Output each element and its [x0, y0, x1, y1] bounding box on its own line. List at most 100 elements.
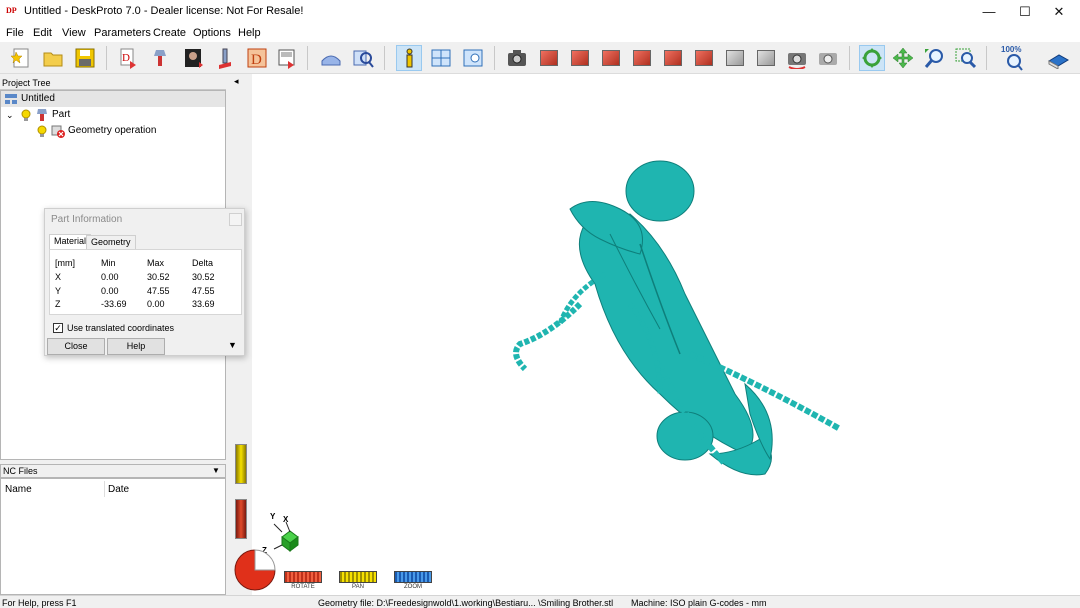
design-button[interactable]: D [244, 45, 270, 71]
tree-item-root-label: Untitled [21, 93, 55, 104]
tree-item-part[interactable]: ⌄ Part [1, 107, 225, 123]
save-button[interactable] [72, 45, 98, 71]
open-button[interactable] [40, 45, 66, 71]
import-icon: D [120, 48, 136, 69]
zoom-window-icon [955, 48, 976, 69]
new-project-button[interactable] [8, 45, 34, 71]
simulation-button[interactable] [318, 45, 344, 71]
import-geometry-button[interactable]: D [116, 45, 142, 71]
rotate-view-button[interactable] [784, 45, 810, 71]
camera-icon [508, 50, 526, 66]
zoom-window-button[interactable] [952, 45, 978, 71]
row-max: 47.55 [147, 286, 170, 296]
zoom-slider[interactable] [235, 444, 247, 484]
dialog-close-icon[interactable] [229, 213, 242, 226]
lightbulb-icon[interactable] [37, 125, 47, 143]
tree-item-operation[interactable]: Geometry operation [1, 123, 225, 139]
help-book-icon [1048, 54, 1069, 69]
view-back-button[interactable] [598, 45, 624, 71]
cube-view-icon [695, 50, 713, 66]
row-min: 0.00 [101, 272, 119, 282]
tree-item-root[interactable]: Untitled [1, 91, 225, 107]
nc-column-date[interactable]: Date [108, 484, 129, 495]
info-icon [406, 48, 413, 68]
menu-edit[interactable]: Edit [33, 27, 52, 39]
menu-create[interactable]: Create [153, 27, 186, 39]
zoom-plus-icon [924, 49, 943, 68]
nc-files-list: Name Date [0, 478, 226, 595]
part-information-button[interactable] [396, 45, 422, 71]
part-button[interactable] [148, 45, 174, 71]
view-front-button[interactable] [567, 45, 593, 71]
design-d-icon: D [247, 48, 267, 68]
view-right-button[interactable] [660, 45, 686, 71]
view-window-button[interactable] [460, 45, 486, 71]
dropdown-arrow-icon[interactable]: ▼ [212, 465, 220, 477]
pan-control[interactable] [339, 571, 377, 583]
svg-text:D: D [122, 52, 130, 64]
tab-geometry[interactable]: Geometry [86, 235, 136, 250]
rotate-tool-button[interactable] [859, 45, 885, 71]
view-iso-button[interactable] [536, 45, 562, 71]
chevron-down-icon[interactable]: ⌄ [6, 107, 14, 123]
folder-icon [43, 52, 63, 67]
row-min: -33.69 [101, 299, 127, 309]
view-top-button[interactable] [691, 45, 717, 71]
menu-help[interactable]: Help [238, 27, 261, 39]
view-default-button[interactable] [753, 45, 779, 71]
menu-view[interactable]: View [62, 27, 86, 39]
bitmap-button[interactable] [180, 45, 206, 71]
help-book-button[interactable] [1045, 45, 1071, 71]
cube-view-icon [602, 50, 620, 66]
model-3d[interactable] [510, 154, 850, 484]
snapshot-button[interactable] [504, 45, 530, 71]
zoom-100-button[interactable]: 100% [999, 45, 1029, 71]
nc-files-title: NC Files [3, 466, 38, 476]
close-window-button[interactable]: ✕ [1036, 0, 1080, 24]
view-bottom-button[interactable] [722, 45, 748, 71]
rotate-dial[interactable] [233, 548, 277, 595]
tree-item-part-label: Part [52, 109, 71, 120]
svg-text:D: D [251, 52, 262, 68]
dimensions-table: [mm] Min Max Delta X 0.00 30.52 30.52 Y … [49, 249, 242, 315]
reset-view-button[interactable] [815, 45, 841, 71]
rotate-slider[interactable] [235, 499, 247, 539]
export-button[interactable] [274, 45, 300, 71]
tab-material[interactable]: Material [49, 234, 92, 250]
collapse-panel-icon[interactable]: ◂ [234, 76, 239, 87]
cube-view-icon [757, 50, 775, 66]
view-left-button[interactable] [629, 45, 655, 71]
zoom-tool-button[interactable] [921, 45, 947, 71]
checkbox-label: Use translated coordinates [67, 323, 175, 333]
row-max: 0.00 [147, 299, 165, 309]
magnifier-icon [353, 50, 374, 68]
row-axis: Z [55, 299, 61, 309]
simulation-icon [321, 55, 341, 66]
expand-arrow-icon[interactable]: ▼ [228, 340, 237, 350]
view-window-icon [463, 49, 483, 67]
layout-button[interactable] [428, 45, 454, 71]
menu-options[interactable]: Options [193, 27, 231, 39]
menu-parameters[interactable]: Parameters [94, 27, 151, 39]
3d-viewport[interactable]: Y X Z [230, 74, 1080, 595]
nc-column-name[interactable]: Name [5, 484, 32, 495]
translated-coordinates-checkbox[interactable]: ✓ [53, 323, 63, 333]
rotate-control[interactable] [284, 571, 322, 583]
axis-x-label: X [283, 515, 289, 524]
rotate-control-label: ROTATE [291, 584, 315, 590]
dialog-help-button[interactable]: Help [107, 338, 165, 355]
pan-tool-button[interactable] [890, 45, 916, 71]
camera-reset-icon [819, 53, 837, 65]
zoom-control[interactable] [394, 571, 432, 583]
toolpath-button[interactable] [212, 45, 238, 71]
cube-view-icon [633, 50, 651, 66]
row-delta: 33.69 [192, 299, 215, 309]
preview-button[interactable] [350, 45, 376, 71]
camera-rotate-icon [788, 53, 806, 69]
row-delta: 47.55 [192, 286, 215, 296]
status-bar: For Help, press F1 Geometry file: D:\Fre… [0, 595, 1080, 608]
row-delta: 30.52 [192, 272, 215, 282]
menu-file[interactable]: File [6, 27, 24, 39]
pan-arrows-icon [892, 47, 914, 69]
dialog-close-button[interactable]: Close [47, 338, 105, 355]
